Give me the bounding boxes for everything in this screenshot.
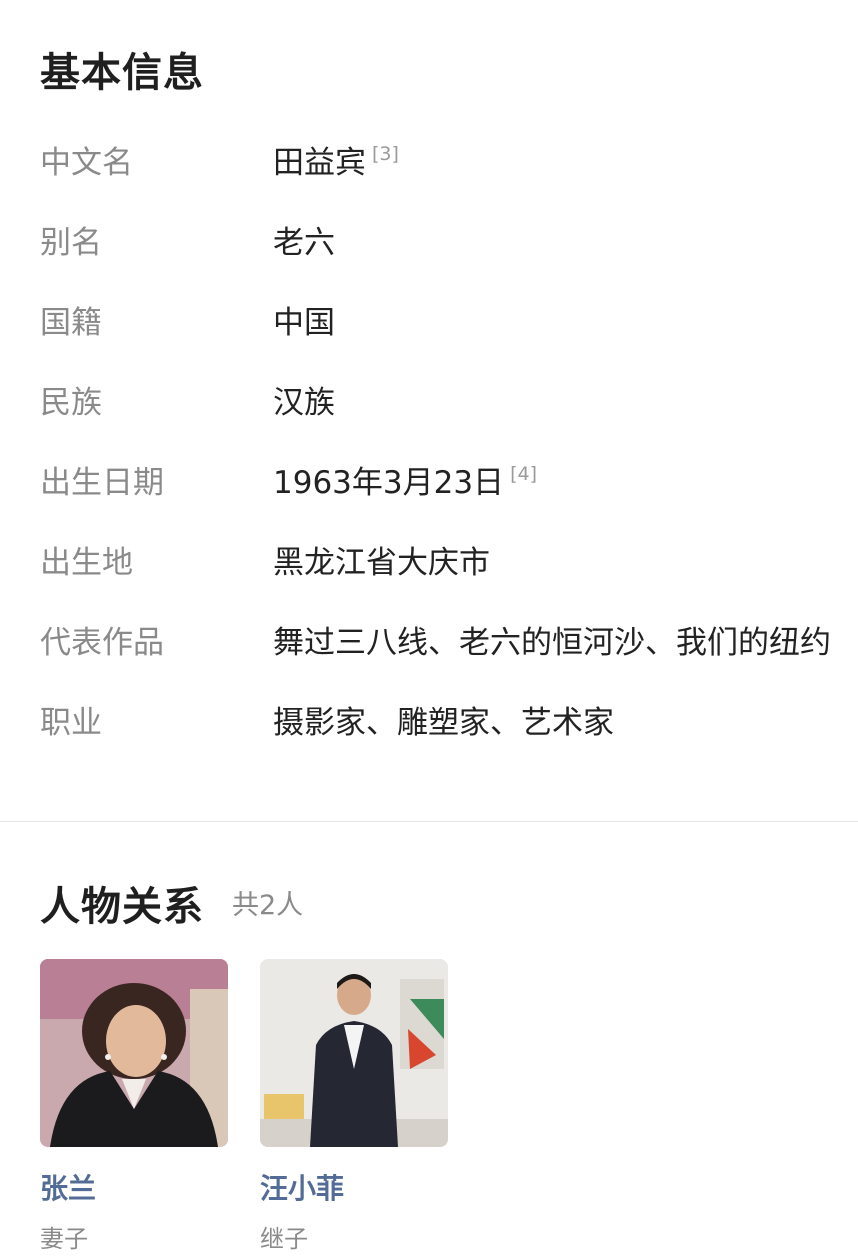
info-value: 黑龙江省大庆市 [273, 545, 490, 581]
info-label: 出生地 [40, 545, 133, 581]
info-value: 老六 [273, 225, 335, 261]
info-row-nationality: 国籍 中国 [40, 297, 858, 357]
woman-portrait-image [40, 959, 228, 1147]
person-photo[interactable] [260, 959, 448, 1147]
info-label: 国籍 [40, 305, 102, 341]
info-row-birth-date: 出生日期 1963年3月23日 [4] [40, 457, 858, 517]
info-value: 中国 [273, 305, 335, 341]
info-value: 摄影家、雕塑家、艺术家 [273, 705, 614, 741]
person-photo[interactable] [40, 959, 228, 1147]
info-label: 别名 [40, 225, 102, 261]
info-row-representative-works: 代表作品 舞过三八线、老六的恒河沙、我们的纽约 [40, 617, 858, 677]
relations-title: 人物关系 [40, 884, 204, 930]
info-value: 1963年3月23日 [4] [273, 457, 537, 502]
section-divider [0, 821, 858, 822]
basic-info-title: 基本信息 [40, 50, 204, 96]
person-name-link[interactable]: 汪小菲 [260, 1167, 448, 1207]
person-role: 妻子 [40, 1225, 88, 1253]
info-label: 出生日期 [40, 465, 164, 501]
reference-link[interactable]: [3] [372, 143, 399, 165]
info-value: 汉族 [273, 385, 335, 421]
info-row-chinese-name: 中文名 田益宾 [3] [40, 137, 858, 197]
person-name-link[interactable]: 张兰 [40, 1167, 228, 1207]
info-row-occupation: 职业 摄影家、雕塑家、艺术家 [40, 697, 858, 757]
info-row-ethnicity: 民族 汉族 [40, 377, 858, 437]
info-label: 中文名 [40, 145, 133, 181]
info-row-alias: 别名 老六 [40, 217, 858, 277]
person-card-zhang-lan[interactable]: 张兰 妻子 [40, 959, 228, 1254]
info-value-text: 1963年3月23日 [273, 465, 505, 501]
person-card-wang-xiaofei[interactable]: 汪小菲 继子 [260, 959, 448, 1254]
info-value: 田益宾 [3] [273, 137, 399, 182]
info-value-text: 田益宾 [273, 145, 366, 181]
relations-count: 共2人 [232, 890, 304, 921]
info-label: 民族 [40, 385, 102, 421]
info-label: 职业 [40, 705, 102, 741]
info-row-birthplace: 出生地 黑龙江省大庆市 [40, 537, 858, 597]
info-value: 舞过三八线、老六的恒河沙、我们的纽约 [273, 625, 831, 661]
man-portrait-image [260, 959, 448, 1147]
person-role: 继子 [260, 1225, 308, 1253]
reference-link[interactable]: [4] [510, 463, 537, 485]
info-label: 代表作品 [40, 625, 164, 661]
